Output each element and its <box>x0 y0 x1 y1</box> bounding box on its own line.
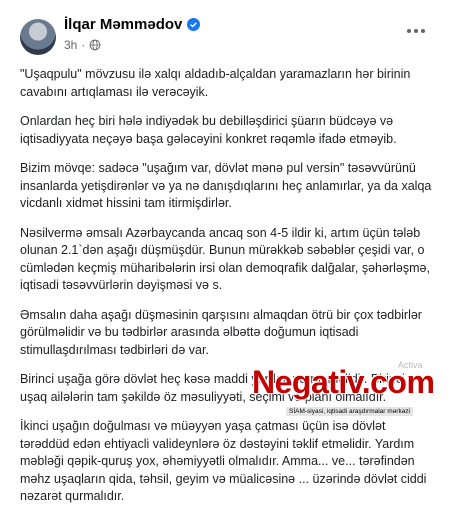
negativ-watermark: Negativ.com <box>252 364 435 400</box>
post-paragraph: "Uşaqpulu" mövzusu ilə xalqı aldadıb-alç… <box>20 67 411 99</box>
post-paragraph: İkinci uşağın doğulması və müəyyən yaşa … <box>20 419 427 503</box>
globe-icon <box>89 39 101 51</box>
more-options-icon[interactable] <box>402 22 430 40</box>
post-paragraph: Bizim mövqe: sadəcə "uşağım var, dövlət … <box>20 161 432 210</box>
source-caption: SİAM-siyasi, iqtisadi araşdırmalar mərkə… <box>286 407 414 416</box>
post-meta: 3h · <box>64 37 101 53</box>
post-paragraph: Onlardan heç biri hələ indiyədək bu debi… <box>20 114 397 146</box>
post-paragraph: Əmsalın daha aşağı düşməsinin qarşısını … <box>20 307 422 357</box>
post-body: "Uşaqpulu" mövzusu ilə xalqı aldadıb-alç… <box>20 66 435 518</box>
author-row: İlqar Məmmədov <box>64 14 201 34</box>
post-time[interactable]: 3h <box>64 38 77 52</box>
post-header: İlqar Məmmədov 3h · <box>0 0 450 58</box>
author-name[interactable]: İlqar Məmmədov <box>64 16 182 33</box>
meta-separator: · <box>81 38 86 52</box>
post-paragraph: Nəsilvermə əmsalı Azərbaycanda ancaq son… <box>20 225 430 293</box>
avatar[interactable] <box>20 19 56 55</box>
verified-badge-icon <box>187 17 201 31</box>
